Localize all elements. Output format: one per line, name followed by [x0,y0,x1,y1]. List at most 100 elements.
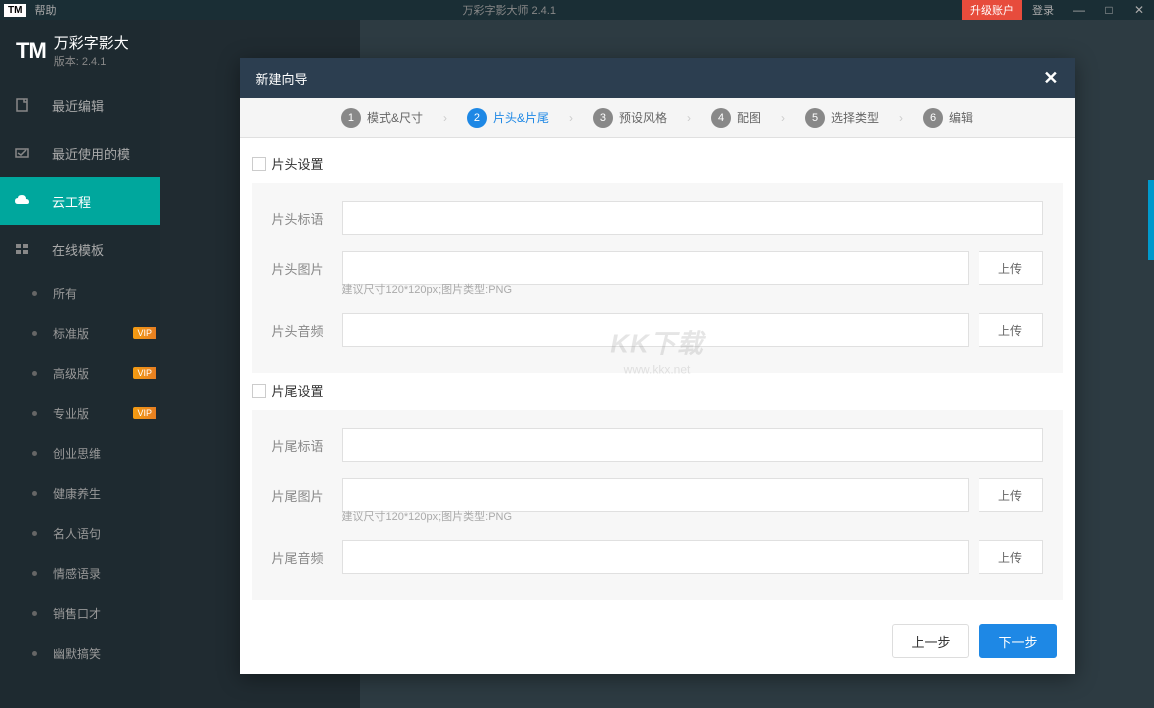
sidebar: TM 万彩字影大 版本: 2.4.1 最近编辑 最近使用的模 云工程 [0,20,160,708]
grid-icon [12,239,32,259]
bullet-icon [32,531,37,536]
modal-overlay: 新建向导 ✕ 1 模式&尺寸 › 2 片头&片尾 › 3 [160,20,1154,708]
opening-checkbox[interactable] [252,157,266,171]
window-title: 万彩字影大师 2.4.1 [56,2,962,18]
ending-image-label: 片尾图片 [272,486,332,505]
ending-slogan-input[interactable] [342,428,1043,462]
sub-item-label: 创业思维 [53,445,101,462]
bullet-icon [32,371,37,376]
next-button[interactable]: 下一步 [979,624,1056,658]
ending-section-title: 片尾设置 [272,381,324,400]
chevron-right-icon: › [899,111,903,125]
nav-online-template[interactable]: 在线模板 [0,225,160,273]
content-area: 新建向导 ✕ 1 模式&尺寸 › 2 片头&片尾 › 3 [160,20,1154,708]
opening-image-input[interactable] [342,251,969,285]
ending-audio-input[interactable] [342,540,969,574]
sidebar-sub-item[interactable]: 情感语录 [0,553,160,593]
sidebar-sub-item[interactable]: 高级版 VIP [0,353,160,393]
cloud-icon [12,191,32,211]
tm-badge: TM [4,4,26,17]
wizard-steps: 1 模式&尺寸 › 2 片头&片尾 › 3 预设风格 › 4 [240,98,1075,138]
step-image[interactable]: 4 配图 [711,108,761,128]
opening-audio-label: 片头音频 [272,321,332,340]
step-number: 3 [593,108,613,128]
sub-item-label: 高级版 [53,365,89,382]
nav-item-label: 最近使用的模 [52,144,130,163]
modal-title: 新建向导 [256,69,308,88]
new-wizard-modal: 新建向导 ✕ 1 模式&尺寸 › 2 片头&片尾 › 3 [240,58,1075,674]
step-number: 4 [711,108,731,128]
sub-item-label: 专业版 [53,405,89,422]
close-icon[interactable]: ✕ [1124,0,1154,20]
sidebar-sub-item[interactable]: 所有 [0,273,160,313]
bullet-icon [32,331,37,336]
maximize-icon[interactable]: □ [1094,0,1124,20]
step-label: 预设风格 [619,109,667,126]
opening-audio-upload-button[interactable]: 上传 [979,313,1043,347]
vip-badge: VIP [133,367,156,379]
step-number: 2 [467,108,487,128]
step-label: 配图 [737,109,761,126]
step-preset-style[interactable]: 3 预设风格 [593,108,667,128]
sidebar-sub-item[interactable]: 幽默搞笑 [0,633,160,673]
step-number: 5 [805,108,825,128]
step-edit[interactable]: 6 编辑 [923,108,973,128]
vip-badge: VIP [133,327,156,339]
app-logo: TM [16,38,46,64]
sub-item-label: 情感语录 [53,565,101,582]
login-link[interactable]: 登录 [1022,2,1064,18]
opening-section-title: 片头设置 [272,154,324,173]
nav-item-label: 在线模板 [52,240,104,259]
sub-item-label: 所有 [53,285,77,302]
step-number: 6 [923,108,943,128]
bullet-icon [32,651,37,656]
sidebar-sub-item[interactable]: 销售口才 [0,593,160,633]
ending-image-upload-button[interactable]: 上传 [979,478,1043,512]
chevron-right-icon: › [443,111,447,125]
upgrade-account-button[interactable]: 升级账户 [962,0,1022,21]
nav-recent-template[interactable]: 最近使用的模 [0,129,160,177]
ending-audio-upload-button[interactable]: 上传 [979,540,1043,574]
step-label: 选择类型 [831,109,879,126]
check-icon [12,143,32,163]
opening-slogan-input[interactable] [342,201,1043,235]
nav-cloud-project[interactable]: 云工程 [0,177,160,225]
vip-badge: VIP [133,407,156,419]
sidebar-sub-item[interactable]: 名人语句 [0,513,160,553]
bullet-icon [32,611,37,616]
ending-checkbox[interactable] [252,384,266,398]
step-select-type[interactable]: 5 选择类型 [805,108,879,128]
opening-image-upload-button[interactable]: 上传 [979,251,1043,285]
step-label: 片头&片尾 [493,109,549,126]
modal-close-icon[interactable]: ✕ [1043,68,1058,89]
nav-item-label: 云工程 [52,192,91,211]
app-header: TM 万彩字影大 版本: 2.4.1 [0,20,160,81]
minimize-icon[interactable]: — [1064,0,1094,20]
bullet-icon [32,291,37,296]
step-label: 模式&尺寸 [367,109,423,126]
step-opening-ending[interactable]: 2 片头&片尾 [467,108,549,128]
step-mode-size[interactable]: 1 模式&尺寸 [341,108,423,128]
sidebar-sub-item[interactable]: 健康养生 [0,473,160,513]
chevron-right-icon: › [781,111,785,125]
help-menu[interactable]: 帮助 [34,2,56,18]
opening-image-label: 片头图片 [272,259,332,278]
sub-item-label: 名人语句 [53,525,101,542]
prev-button[interactable]: 上一步 [892,624,969,658]
step-label: 编辑 [949,109,973,126]
sidebar-sub-item[interactable]: 标准版VIP [0,313,160,353]
sidebar-sub-item[interactable]: 创业思维 [0,433,160,473]
app-version: 版本: 2.4.1 [54,53,129,69]
document-icon [12,95,32,115]
nav-item-label: 最近编辑 [52,96,104,115]
bullet-icon [32,411,37,416]
bullet-icon [32,451,37,456]
sub-item-label: 健康养生 [53,485,101,502]
opening-audio-input[interactable] [342,313,969,347]
nav-recent-edit[interactable]: 最近编辑 [0,81,160,129]
sidebar-sub-item[interactable]: 专业版 VIP [0,393,160,433]
ending-audio-label: 片尾音频 [272,548,332,567]
bullet-icon [32,571,37,576]
step-number: 1 [341,108,361,128]
ending-image-input[interactable] [342,478,969,512]
